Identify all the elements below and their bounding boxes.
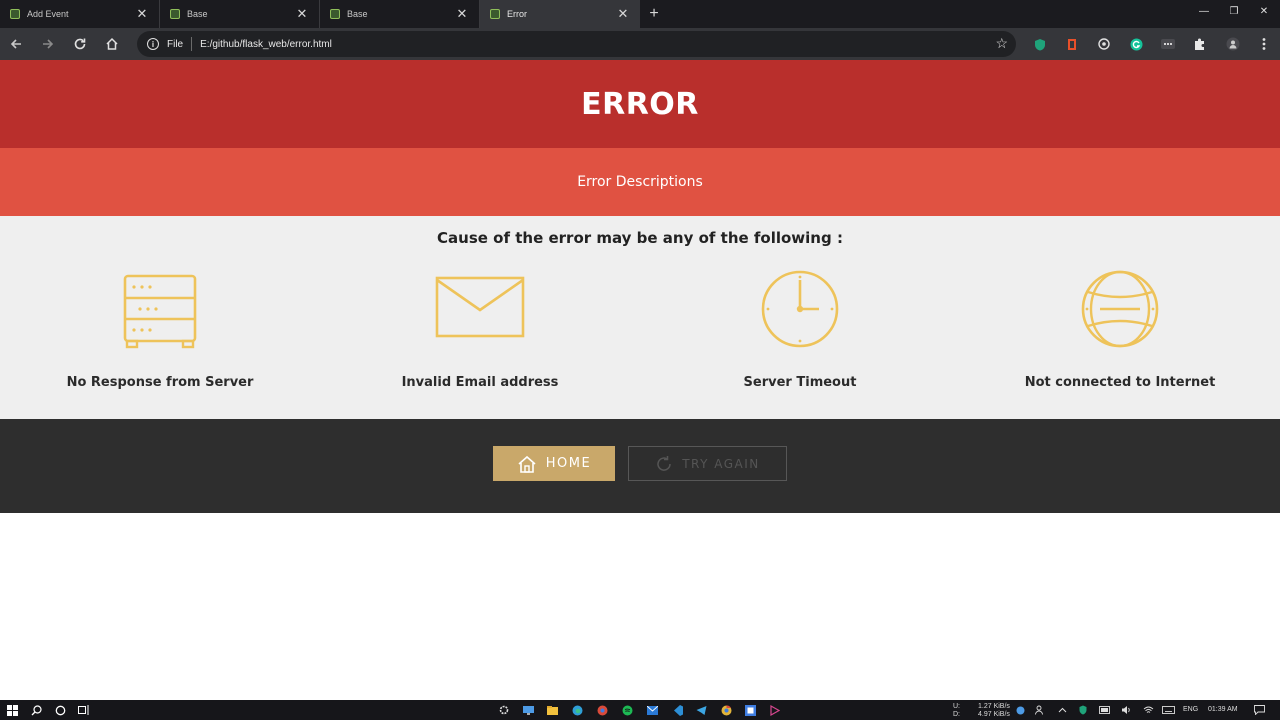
tab-add-event[interactable]: Add Event ✕ — [0, 0, 160, 28]
profile-avatar-icon[interactable] — [1224, 35, 1242, 53]
cause-label: Invalid Email address — [401, 375, 559, 390]
language-indicator[interactable]: ENG — [1183, 706, 1198, 713]
vscode-icon[interactable] — [670, 703, 684, 717]
puzzle-extensions-icon[interactable] — [1191, 35, 1209, 53]
cause-label: Server Timeout — [743, 375, 857, 390]
browser-toolbar: i File E:/github/flask_web/error.html ☆ — [0, 28, 1280, 60]
cause-label: No Response from Server — [66, 375, 254, 390]
server-icon — [123, 274, 197, 349]
tray-keyboard-icon[interactable] — [1161, 703, 1175, 717]
net-down-label: D: — [953, 711, 960, 718]
url-text[interactable]: E:/github/flask_web/error.html — [200, 39, 332, 50]
cause-item-server: No Response from Server — [0, 268, 320, 390]
pycharm-favicon-icon — [330, 9, 340, 19]
window-close-icon[interactable]: ✕ — [1248, 0, 1280, 22]
chrome-icon[interactable] — [719, 703, 733, 717]
globe-icon — [1081, 270, 1159, 348]
remote-app-icon[interactable] — [743, 703, 757, 717]
new-tab-button[interactable]: + — [640, 0, 668, 28]
cortana-icon[interactable] — [53, 703, 67, 717]
notification-center-icon[interactable] — [1252, 703, 1266, 717]
clock-time[interactable]: 01:39 AM — [1208, 706, 1238, 713]
bookmark-star-icon[interactable]: ☆ — [995, 35, 1008, 52]
cause-item-email: Invalid Email address — [320, 268, 640, 390]
telegram-icon[interactable] — [694, 703, 708, 717]
tab-strip: Add Event ✕ Base ✕ Base ✕ Error ✕ + — [0, 0, 1280, 28]
tray-shield-icon[interactable] — [1076, 703, 1090, 717]
windows-taskbar: U: D: 1.27 KiB/s 4.97 KiB/s ENG 01:39 AM — [0, 700, 1280, 720]
desktop-app-icon[interactable] — [521, 703, 535, 717]
try-again-button[interactable]: TRY AGAIN — [628, 446, 787, 481]
close-icon[interactable]: ✕ — [135, 6, 149, 21]
tab-title: Error — [507, 9, 527, 19]
tab-title: Add Event — [27, 9, 69, 19]
net-down-speed: 4.97 KiB/s — [978, 711, 1010, 718]
tab-base-1[interactable]: Base ✕ — [160, 0, 320, 28]
tray-battery-icon[interactable] — [1098, 703, 1112, 717]
cause-label: Not connected to Internet — [1024, 375, 1216, 390]
page-title: ERROR — [581, 86, 699, 122]
tray-chevron-up-icon[interactable] — [1055, 703, 1069, 717]
clock-icon — [761, 270, 839, 348]
close-icon[interactable]: ✕ — [455, 6, 469, 21]
tray-people-icon[interactable] — [1033, 703, 1047, 717]
error-header: ERROR — [0, 60, 1280, 148]
causes-section: Cause of the error may be any of the fol… — [0, 216, 1280, 419]
cause-heading: Cause of the error may be any of the fol… — [437, 229, 843, 247]
media-app-icon[interactable] — [767, 703, 781, 717]
restore-icon[interactable]: ❐ — [1218, 0, 1250, 22]
shield-extension-icon[interactable] — [1031, 35, 1049, 53]
back-icon[interactable] — [0, 28, 32, 60]
home-icon[interactable] — [96, 28, 128, 60]
address-bar[interactable]: i File E:/github/flask_web/error.html ☆ — [137, 31, 1016, 57]
divider — [191, 37, 193, 51]
chrome-alt-icon[interactable] — [595, 703, 609, 717]
tab-base-2[interactable]: Base ✕ — [320, 0, 480, 28]
house-icon — [518, 455, 536, 473]
home-button-label: HOME — [545, 456, 592, 471]
grammarly-extension-icon[interactable] — [1127, 35, 1145, 53]
net-up-label: U: — [953, 703, 960, 710]
edge-browser-icon[interactable] — [570, 703, 584, 717]
windows-start-icon[interactable] — [5, 703, 19, 717]
envelope-icon — [435, 276, 525, 338]
protocol-label: File — [167, 38, 184, 50]
net-up-speed: 1.27 KiB/s — [978, 703, 1010, 710]
minimize-icon[interactable]: — — [1188, 0, 1220, 22]
tab-title: Base — [347, 9, 368, 19]
tray-volume-icon[interactable] — [1119, 703, 1133, 717]
tray-wifi-icon[interactable] — [1141, 703, 1155, 717]
file-explorer-icon[interactable] — [545, 703, 559, 717]
settings-gear-icon[interactable] — [497, 703, 511, 717]
site-info-icon[interactable]: i — [147, 38, 159, 50]
search-icon[interactable] — [29, 703, 43, 717]
spotify-icon[interactable] — [620, 703, 634, 717]
kebab-menu-icon[interactable] — [1255, 35, 1273, 53]
try-again-label: TRY AGAIN — [682, 456, 760, 471]
cause-item-internet: Not connected to Internet — [960, 268, 1280, 390]
home-button[interactable]: HOME — [493, 446, 615, 481]
pycharm-favicon-icon — [170, 9, 180, 19]
tab-title: Base — [187, 9, 208, 19]
subheader-text: Error Descriptions — [577, 174, 703, 190]
refresh-icon — [657, 455, 671, 471]
pycharm-favicon-icon — [490, 9, 500, 19]
task-view-icon[interactable] — [77, 703, 91, 717]
pycharm-favicon-icon — [10, 9, 20, 19]
mail-icon[interactable] — [645, 703, 659, 717]
extension-circle-icon[interactable] — [1095, 35, 1113, 53]
tab-error[interactable]: Error ✕ — [480, 0, 640, 28]
close-icon[interactable]: ✕ — [616, 6, 630, 21]
office-extension-icon[interactable] — [1063, 35, 1081, 53]
tray-help-icon[interactable] — [1013, 703, 1027, 717]
action-footer: HOME TRY AGAIN — [0, 419, 1280, 513]
cause-item-timeout: Server Timeout — [640, 268, 960, 390]
error-subheader: Error Descriptions — [0, 148, 1280, 216]
dots-extension-icon[interactable] — [1159, 35, 1177, 53]
reload-icon[interactable] — [64, 28, 96, 60]
forward-icon[interactable] — [32, 28, 64, 60]
close-icon[interactable]: ✕ — [295, 6, 309, 21]
